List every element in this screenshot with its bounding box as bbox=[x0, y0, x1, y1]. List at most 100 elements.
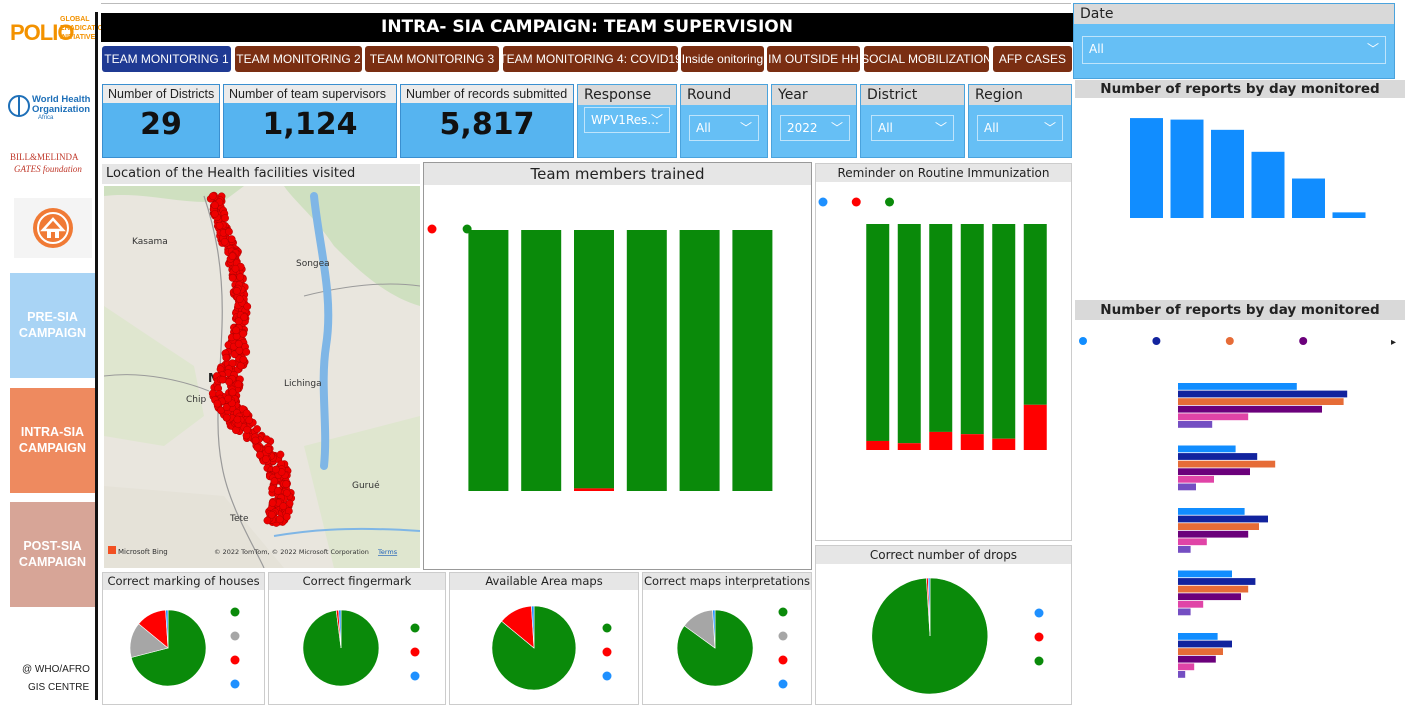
tab-social-mobilization[interactable]: SOCIAL MOBILIZATION bbox=[864, 46, 989, 72]
bar bbox=[1178, 390, 1348, 398]
round-dropdown[interactable]: All ﹀ bbox=[689, 115, 759, 141]
bar-no bbox=[574, 488, 614, 491]
chevron-down-icon: ﹀ bbox=[830, 121, 843, 135]
bar-yes bbox=[866, 224, 890, 441]
kpi-label: Number of team supervisors bbox=[224, 85, 396, 103]
pie-marking-chart bbox=[129, 607, 240, 689]
legend-marker bbox=[230, 607, 240, 617]
bar-yes bbox=[897, 224, 921, 444]
facility-marker bbox=[268, 499, 277, 507]
facility-marker bbox=[253, 443, 262, 452]
facility-marker bbox=[234, 317, 243, 326]
bar bbox=[1292, 178, 1325, 218]
legend-marker bbox=[1034, 656, 1044, 666]
polio-logo: POLIO GLOBAL ERADICATION INITIATIVE bbox=[10, 10, 108, 54]
bar-no bbox=[929, 431, 953, 450]
kpi-districts: Number of Districts 29 bbox=[102, 84, 220, 158]
facility-marker bbox=[272, 465, 280, 474]
year-dropdown[interactable]: 2022 ﹀ bbox=[780, 115, 850, 141]
bar-yes bbox=[732, 230, 773, 491]
intra-sia-campaign-button[interactable]: INTRA-SIA CAMPAIGN bbox=[10, 388, 95, 493]
tab-team-monitoring-3[interactable]: TEAM MONITORING 3 bbox=[365, 46, 499, 72]
district-dropdown[interactable]: All ﹀ bbox=[871, 115, 954, 141]
map-place-label: Tete bbox=[229, 514, 249, 524]
tab-label: AFP CASES bbox=[998, 52, 1067, 66]
post-sia-campaign-button[interactable]: POST-SIA CAMPAIGN bbox=[10, 502, 95, 607]
facility-marker bbox=[215, 221, 224, 230]
legend-marker bbox=[410, 671, 420, 681]
slicer-label: District bbox=[861, 85, 964, 105]
bar-yes bbox=[960, 224, 984, 435]
facility-marker bbox=[211, 201, 219, 210]
home-button[interactable] bbox=[14, 198, 92, 258]
pre-sia-campaign-button[interactable]: PRE-SIA CAMPAIGN bbox=[10, 273, 95, 378]
who-emblem-icon bbox=[8, 95, 30, 117]
bar bbox=[1178, 398, 1344, 405]
legend-marker bbox=[1034, 608, 1044, 618]
map-canvas[interactable]: Kasama Songea Lichinga Chip Gurué Tete M… bbox=[104, 186, 420, 568]
chevron-down-icon: ﹀ bbox=[1366, 42, 1379, 56]
bar bbox=[1178, 648, 1223, 655]
tab-team-monitoring-1[interactable]: TEAM MONITORING 1 bbox=[102, 46, 231, 72]
pre-sia-label: PRE-SIA CAMPAIGN bbox=[18, 309, 87, 340]
reports-by-region-title: Number of reports by day monitored bbox=[1075, 300, 1405, 320]
date-dropdown[interactable]: All ﹀ bbox=[1082, 36, 1386, 64]
routine-immunization-panel: Reminder on Routine Immunization bbox=[815, 163, 1072, 541]
map-terms-link[interactable]: Terms bbox=[377, 548, 398, 556]
sidebar-divider bbox=[95, 12, 98, 700]
legend-marker bbox=[1299, 337, 1308, 345]
map-panel: Location of the Health facilities visite… bbox=[102, 164, 420, 570]
pie-fingermark-panel: Correct fingermark bbox=[268, 572, 446, 705]
pie-drops-panel: Correct number of drops bbox=[815, 545, 1072, 705]
facility-marker bbox=[234, 380, 243, 389]
polio-logo-line3: INITIATIVE bbox=[60, 34, 96, 41]
pie-drops-chart bbox=[871, 577, 1044, 695]
bar bbox=[1178, 523, 1259, 530]
year-slicer: Year 2022 ﹀ bbox=[771, 84, 857, 158]
polio-logo-line1: GLOBAL bbox=[60, 16, 90, 23]
home-icon bbox=[33, 208, 73, 248]
facility-marker bbox=[232, 287, 241, 295]
legend-marker bbox=[410, 647, 420, 657]
facility-marker bbox=[235, 346, 244, 355]
legend-marker bbox=[602, 647, 612, 657]
facility-marker bbox=[208, 192, 217, 200]
bar bbox=[1178, 453, 1258, 460]
tab-inside-monitoring[interactable]: Inside onitoring bbox=[681, 46, 764, 72]
pie-marking-panel: Correct marking of houses bbox=[102, 572, 265, 705]
facility-marker bbox=[221, 214, 229, 222]
dropdown-value: All bbox=[878, 121, 893, 135]
dropdown-value: All bbox=[696, 121, 711, 135]
header-rule bbox=[101, 3, 1071, 4]
tab-label: TEAM MONITORING 1 bbox=[104, 52, 229, 66]
facility-marker bbox=[275, 515, 284, 524]
bar bbox=[1211, 129, 1244, 218]
region-dropdown[interactable]: All ﹀ bbox=[977, 115, 1063, 141]
bar bbox=[1178, 475, 1214, 483]
legend-marker bbox=[230, 679, 240, 689]
intra-sia-label: INTRA-SIA CAMPAIGN bbox=[18, 424, 87, 455]
tab-team-monitoring-2[interactable]: TEAM MONITORING 2 bbox=[235, 46, 362, 72]
bar bbox=[1251, 151, 1285, 218]
legend-marker bbox=[885, 197, 895, 207]
facility-marker bbox=[270, 477, 279, 486]
legend-marker bbox=[602, 671, 612, 681]
tab-team-monitoring-4[interactable]: TEAM MONITORING 4: COVID19 bbox=[503, 46, 678, 72]
tab-im-outside-hh[interactable]: IM OUTSIDE HH bbox=[767, 46, 860, 72]
response-dropdown[interactable]: WPV1Res... ﹀ bbox=[584, 107, 670, 133]
tab-label: TEAM MONITORING 2 bbox=[236, 52, 361, 66]
legend-next-arrow: ▸ bbox=[1391, 337, 1396, 348]
bar-no bbox=[1023, 404, 1047, 450]
legend-marker bbox=[778, 607, 788, 617]
tab-label: TEAM MONITORING 3 bbox=[369, 52, 495, 66]
map-place-label: Chip bbox=[186, 395, 206, 405]
dropdown-value: All bbox=[984, 121, 999, 135]
kpi-label: Number of records submitted bbox=[401, 85, 573, 103]
routine-immunization-title: Reminder on Routine Immunization bbox=[816, 164, 1071, 182]
map-title: Location of the Health facilities visite… bbox=[102, 164, 420, 184]
tab-afp-cases[interactable]: AFP CASES bbox=[993, 46, 1072, 72]
facility-marker bbox=[282, 480, 290, 488]
reports-by-day-panel: Number of reports by day monitored bbox=[1075, 80, 1405, 295]
legend-marker bbox=[410, 623, 420, 633]
facility-marker bbox=[228, 388, 237, 397]
